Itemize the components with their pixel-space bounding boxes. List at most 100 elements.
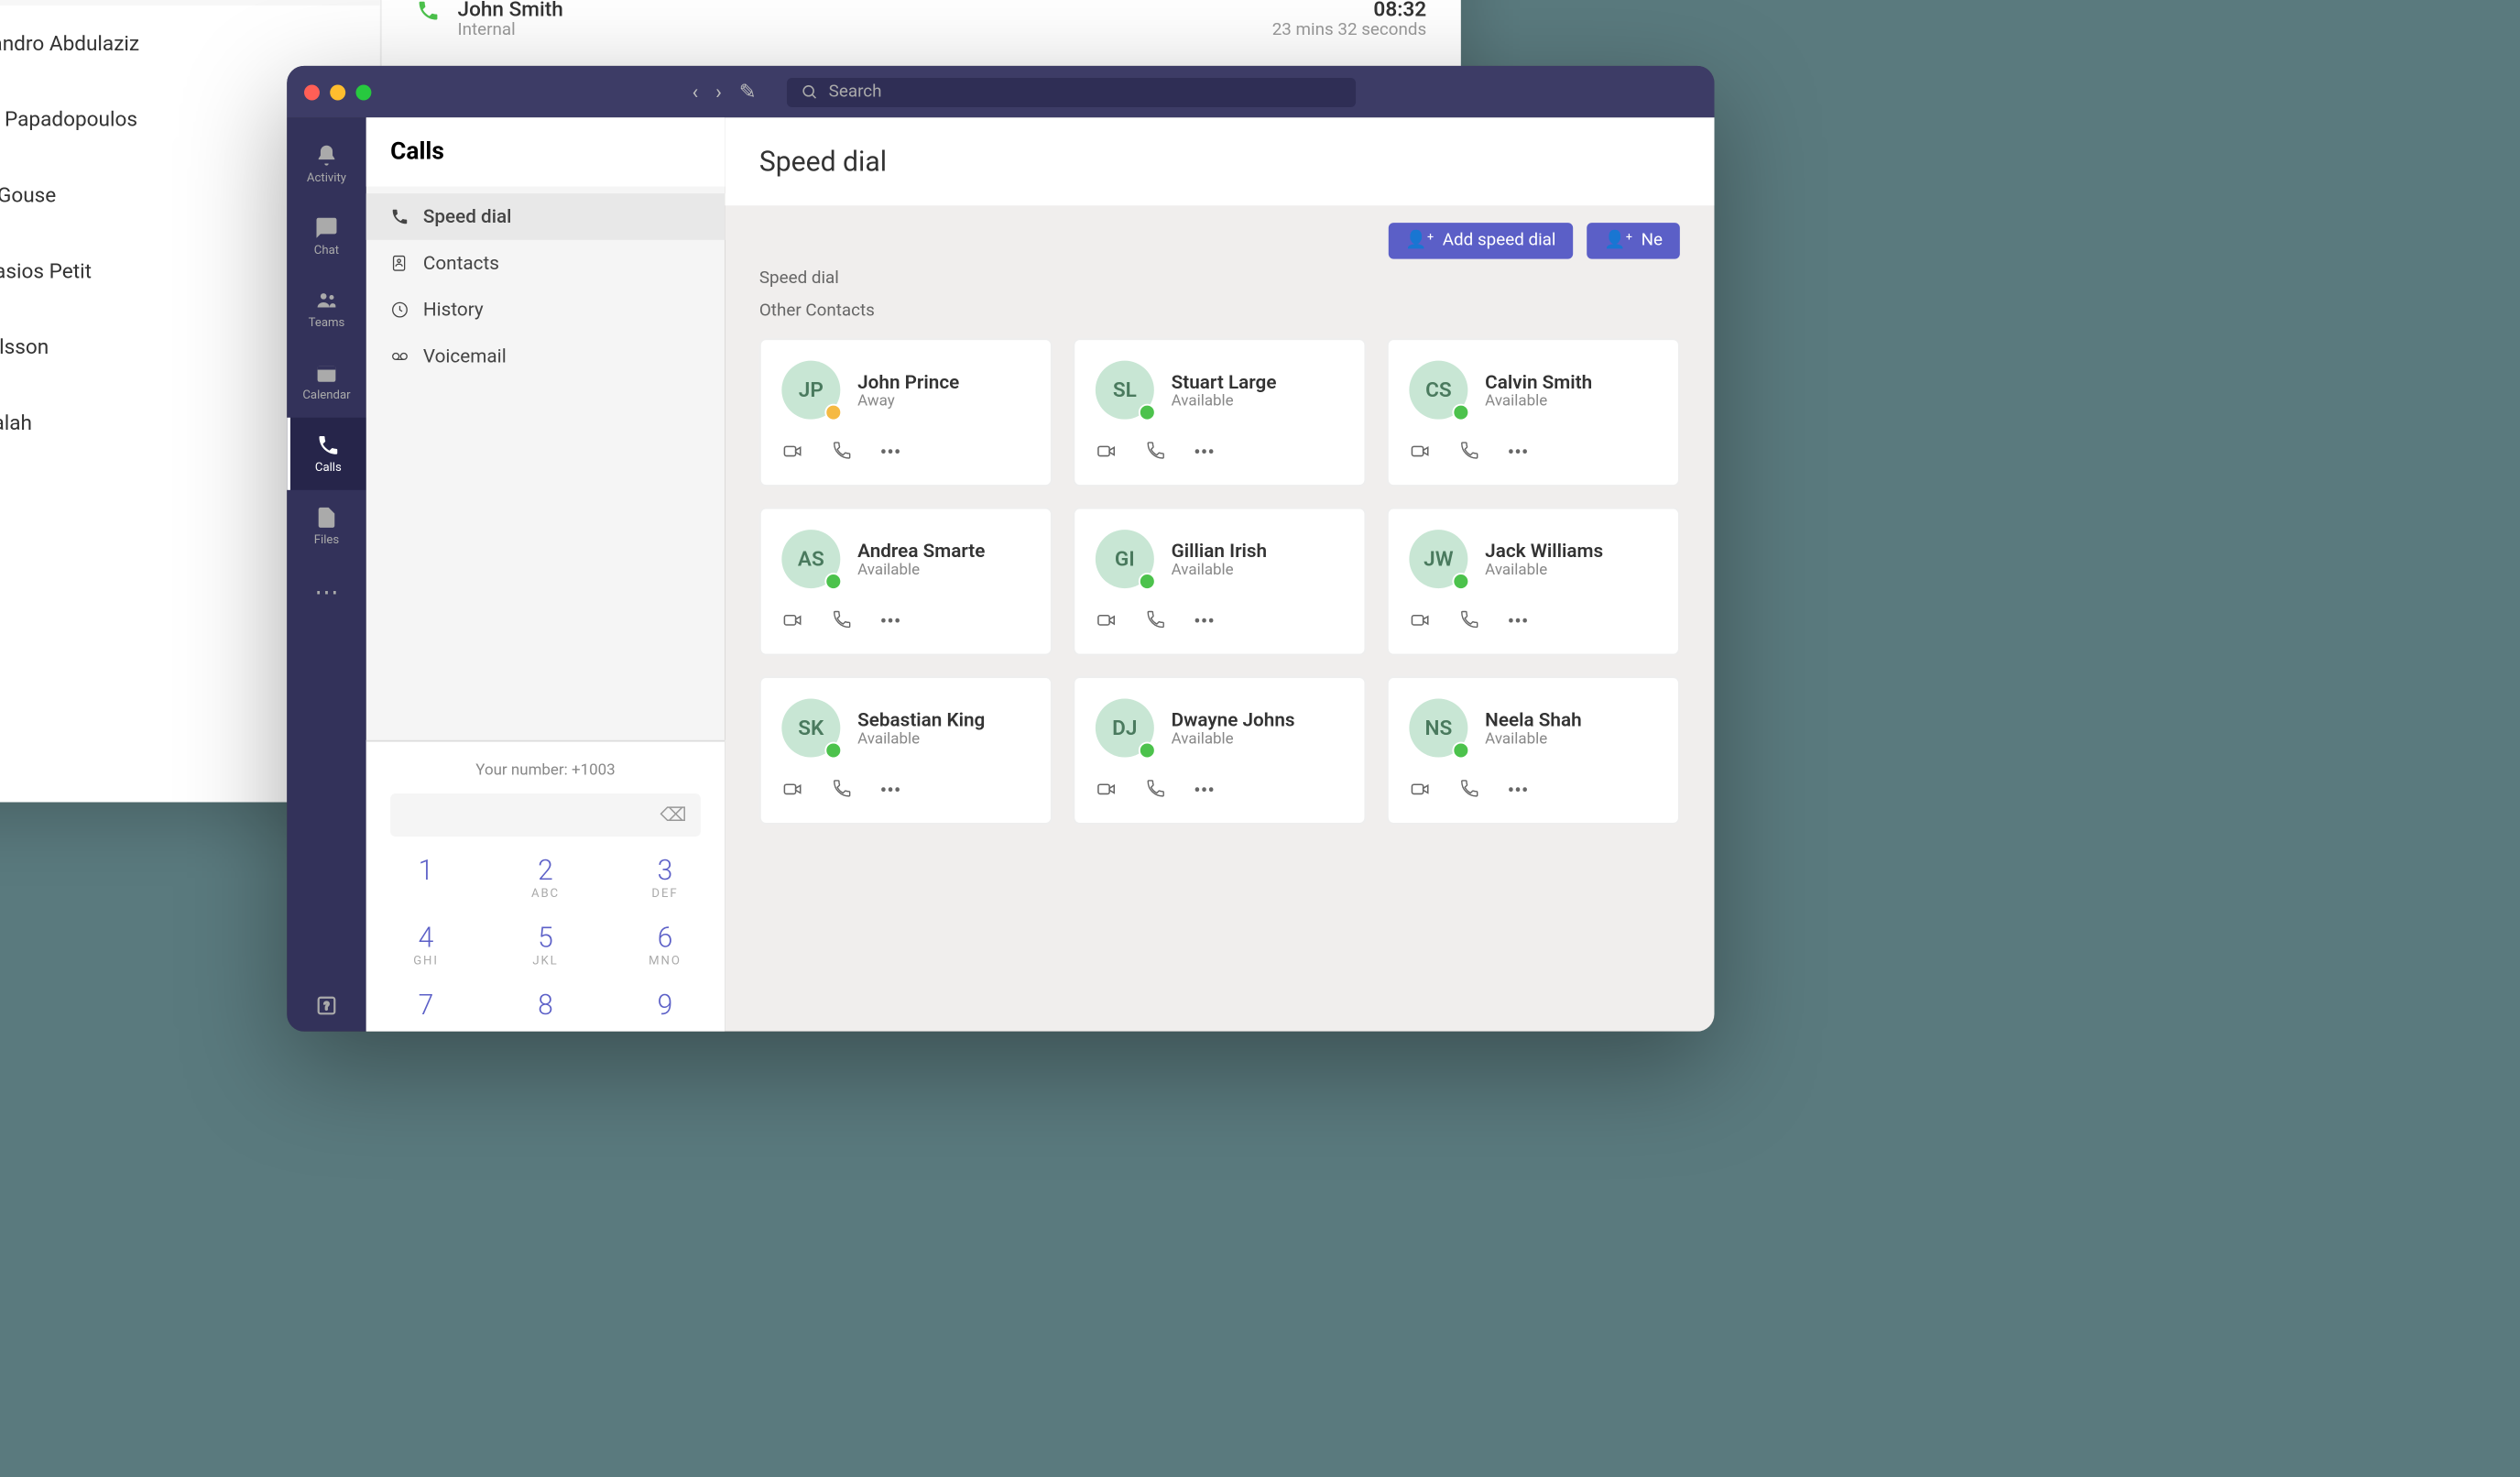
- phone-icon[interactable]: [832, 778, 853, 802]
- dial-key[interactable]: 3DEF: [605, 844, 725, 911]
- status-text: Available: [1172, 730, 1295, 748]
- dial-key[interactable]: 1: [366, 844, 485, 911]
- phone-icon[interactable]: [832, 609, 853, 633]
- status-text: Available: [1485, 730, 1581, 748]
- more-icon[interactable]: •••: [1508, 440, 1529, 464]
- contact-name: Alessandro Abdulaziz: [0, 31, 139, 55]
- dial-key[interactable]: 2ABC: [485, 844, 605, 911]
- speed-dial-title: Speed dial: [725, 117, 1714, 205]
- add-speed-dial-button[interactable]: 👤⁺Add speed dial: [1389, 223, 1574, 259]
- nav-files[interactable]: Files: [287, 490, 366, 563]
- section-other: Other Contacts: [725, 291, 1714, 324]
- avatar: CS: [1409, 361, 1467, 420]
- speed-dial-card[interactable]: CS Calvin SmithAvailable •••: [1387, 338, 1680, 487]
- speed-dial-card[interactable]: NS Neela ShahAvailable •••: [1387, 676, 1680, 825]
- more-icon[interactable]: •••: [1508, 609, 1529, 633]
- more-icon[interactable]: •••: [880, 609, 901, 633]
- phone-icon[interactable]: [1459, 609, 1480, 633]
- contact-name: John Prince: [857, 370, 959, 392]
- calls-nav-voicemail[interactable]: Voicemail: [366, 334, 725, 380]
- status-text: Available: [1485, 562, 1603, 579]
- avatar: GI: [1096, 530, 1154, 588]
- video-icon[interactable]: [781, 440, 803, 464]
- phone-icon[interactable]: [832, 440, 853, 464]
- speed-dial-card[interactable]: SLStuart LargeAvailable•••: [1073, 338, 1366, 487]
- number-input[interactable]: ⌫: [390, 793, 701, 837]
- nav-calls[interactable]: Calls: [287, 418, 366, 490]
- contact-name: Neela Shah: [1485, 708, 1581, 730]
- contact-name: Gillian Irish: [1172, 539, 1267, 561]
- dialer: Your number: +1003 ⌫ 12ABC3DEF 4GHI5JKL6M…: [366, 740, 725, 1032]
- dial-key[interactable]: 8: [485, 978, 605, 1031]
- status-dot: [824, 573, 842, 590]
- nav-calendar[interactable]: Calendar: [287, 345, 366, 418]
- dial-key[interactable]: 6MNO: [605, 911, 725, 978]
- new-button[interactable]: 👤⁺Ne: [1587, 223, 1679, 259]
- nav-arrows[interactable]: ‹›✎: [692, 80, 756, 104]
- nav-teams[interactable]: Teams: [287, 273, 366, 345]
- more-icon[interactable]: •••: [1194, 609, 1215, 633]
- history-row[interactable]: John SmithInternal08:3223 mins 32 second…: [382, 0, 1461, 54]
- phone-icon[interactable]: [1459, 778, 1480, 802]
- video-icon[interactable]: [1409, 440, 1431, 464]
- video-icon[interactable]: [1409, 778, 1431, 802]
- backspace-icon[interactable]: ⌫: [660, 804, 687, 826]
- phone-icon[interactable]: [1145, 440, 1166, 464]
- dial-key[interactable]: 9: [605, 978, 725, 1031]
- status-dot: [1139, 404, 1156, 421]
- more-icon[interactable]: •••: [880, 440, 901, 464]
- minimize-icon[interactable]: [330, 84, 345, 100]
- teams-search-input[interactable]: Search: [788, 77, 1357, 106]
- video-icon[interactable]: [1096, 778, 1118, 802]
- contact-name: Calvin Smith: [1485, 370, 1592, 392]
- add-person-icon: 👤⁺: [1405, 232, 1434, 251]
- video-icon[interactable]: [1409, 609, 1431, 633]
- video-icon[interactable]: [1096, 609, 1118, 633]
- nav-chat[interactable]: Chat: [287, 201, 366, 273]
- calls-nav-speed-dial[interactable]: Speed dial: [366, 193, 725, 240]
- nav-activity[interactable]: Activity: [287, 128, 366, 201]
- dial-key[interactable]: 4GHI: [366, 911, 485, 978]
- status-text: Available: [1485, 392, 1592, 410]
- phone-icon: [416, 0, 440, 23]
- speed-dial-card[interactable]: ASAndrea SmarteAvailable•••: [759, 508, 1053, 656]
- speed-dial-card[interactable]: SKSebastian KingAvailable•••: [759, 676, 1053, 825]
- edit-icon: ✎: [739, 80, 757, 104]
- teams-nav: Activity Chat Teams Calendar Calls Files…: [287, 117, 366, 1031]
- dial-key[interactable]: 5JKL: [485, 911, 605, 978]
- add-person-icon: 👤⁺: [1604, 232, 1632, 251]
- contact-name: Amine Papadopoulos: [0, 107, 137, 131]
- close-icon[interactable]: [304, 84, 320, 100]
- forward-icon: ›: [715, 80, 722, 104]
- phone-icon[interactable]: [1145, 609, 1166, 633]
- phone-icon[interactable]: [1145, 778, 1166, 802]
- video-icon[interactable]: [781, 778, 803, 802]
- nav-more-icon[interactable]: ⋯: [314, 580, 338, 607]
- status-dot: [1452, 404, 1469, 421]
- speed-dial-card[interactable]: JWJack WilliamsAvailable•••: [1387, 508, 1680, 656]
- status-dot: [824, 404, 842, 421]
- status-text: Away: [857, 392, 959, 410]
- more-icon[interactable]: •••: [1194, 778, 1215, 802]
- more-icon[interactable]: •••: [1508, 778, 1529, 802]
- phone-icon[interactable]: [1459, 440, 1480, 464]
- video-icon[interactable]: [1096, 440, 1118, 464]
- more-icon[interactable]: •••: [1194, 440, 1215, 464]
- avatar: NS: [1409, 699, 1467, 758]
- avatar: SK: [781, 699, 840, 758]
- maximize-icon[interactable]: [355, 84, 371, 100]
- speed-dial-card[interactable]: GIGillian IrishAvailable•••: [1073, 508, 1366, 656]
- status-dot: [1452, 742, 1469, 760]
- speed-dial-card[interactable]: DJDwayne JohnsAvailable•••: [1073, 676, 1366, 825]
- dial-key[interactable]: 7: [366, 978, 485, 1031]
- nav-help-icon[interactable]: ?: [314, 993, 338, 1017]
- call-duration: 23 mins 32 seconds: [1272, 21, 1426, 40]
- more-icon[interactable]: •••: [880, 778, 901, 802]
- video-icon[interactable]: [781, 609, 803, 633]
- calls-nav-history[interactable]: History: [366, 287, 725, 334]
- speed-dial-card[interactable]: JPJohn PrinceAway•••: [759, 338, 1053, 487]
- call-time: 08:32: [1272, 0, 1426, 21]
- calls-nav-contacts[interactable]: Contacts: [366, 240, 725, 287]
- your-number: Your number: +1003: [366, 756, 725, 787]
- contact-name: Dwayne Johns: [1172, 708, 1295, 730]
